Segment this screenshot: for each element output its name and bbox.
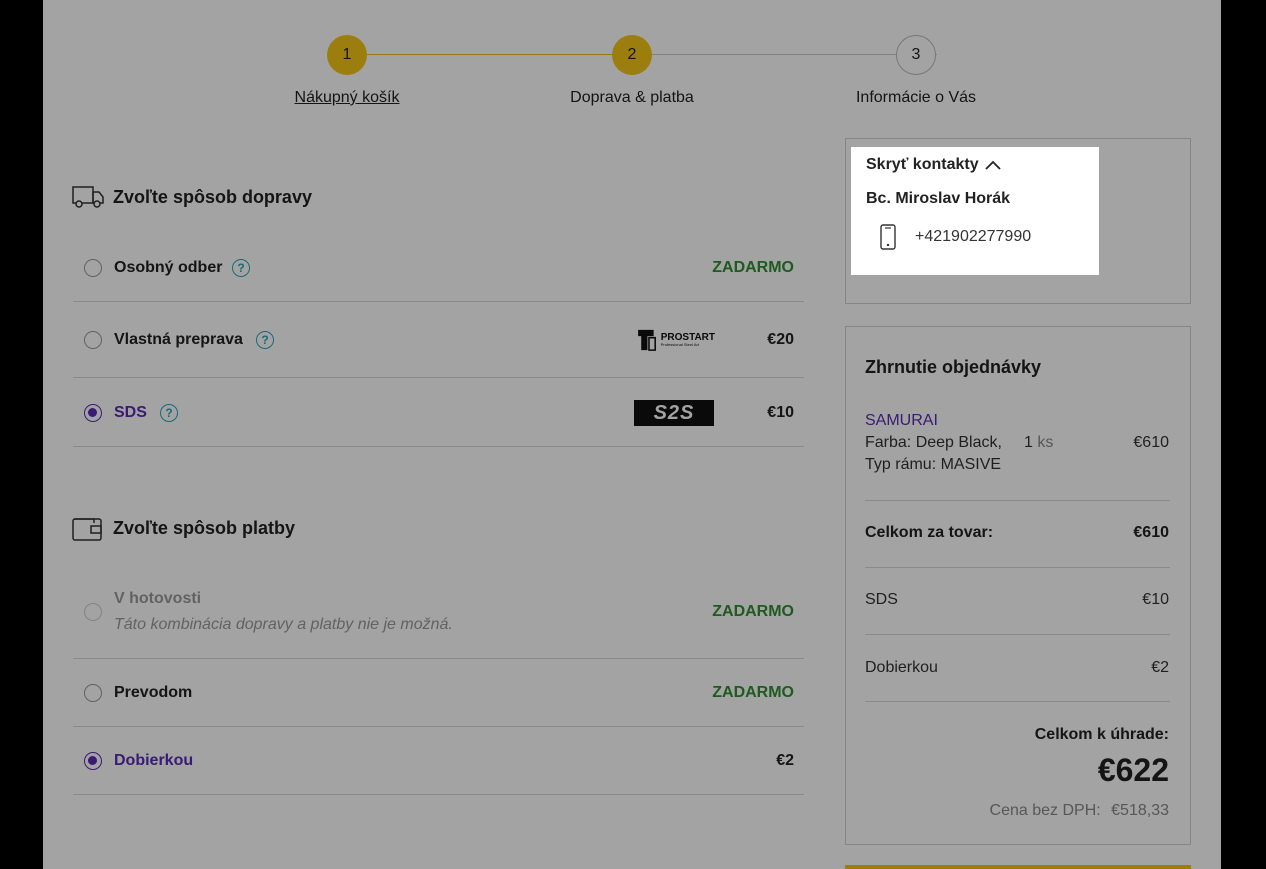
step-3-number: 3	[911, 46, 921, 63]
help-icon[interactable]: ?	[256, 331, 274, 349]
summary-shipping-label: SDS	[865, 591, 898, 608]
step-2-label: Doprava & platba	[570, 89, 694, 106]
payment-price-dobierkou: €2	[776, 752, 794, 769]
phone-icon	[880, 224, 896, 250]
help-icon[interactable]: ?	[160, 404, 178, 422]
net-price-label: Cena bez DPH:	[989, 802, 1101, 819]
step-2-circle: 2	[612, 35, 652, 75]
total-label: Celkom k úhrade:	[1034, 726, 1169, 743]
chevron-up-icon	[984, 160, 1001, 170]
step-1-circle[interactable]: 1	[327, 35, 367, 75]
step-3-label: Informácie o Vás	[855, 89, 977, 106]
shipping-price-osobny-odber: ZADARMO	[712, 259, 794, 276]
summary-shipping-price: €10	[1142, 591, 1169, 608]
payment-label-v-hotovosti: V hotovosti	[114, 590, 202, 607]
divider	[73, 658, 804, 659]
divider	[865, 634, 1170, 635]
total-value: €622	[1097, 752, 1169, 788]
product-price: €610	[1133, 434, 1169, 451]
step-3-circle: 3	[896, 35, 936, 75]
net-price-value: €518,33	[1111, 802, 1169, 819]
goods-total-value: €610	[1133, 524, 1169, 541]
prostart-logo-mark-icon	[638, 329, 656, 351]
contact-phone-link[interactable]: +421902277990	[915, 228, 1031, 246]
divider	[865, 701, 1170, 702]
shipping-label-osobny-odber[interactable]: Osobný odber	[114, 259, 222, 277]
shipping-label-sds[interactable]: SDS	[114, 404, 147, 422]
shipping-price-sds: €10	[767, 404, 794, 421]
divider	[73, 446, 804, 447]
summary-payment-label: Dobierkou	[865, 659, 938, 676]
payment-radio-v-hotovosti	[84, 603, 102, 621]
divider	[73, 301, 804, 302]
payment-note-v-hotovosti: Táto kombinácia dopravy a platby nie je …	[114, 616, 453, 633]
payment-radio-prevodom[interactable]	[84, 684, 102, 702]
goods-total-label: Celkom za tovar:	[865, 524, 994, 541]
shipping-label-vlastna-preprava[interactable]: Vlastná preprava	[114, 331, 243, 349]
truck-icon	[72, 186, 104, 208]
shipping-radio-osobny-odber[interactable]	[84, 259, 102, 277]
summary-title: Zhrnutie objednávky	[865, 357, 1042, 377]
product-attr-frame: Typ rámu: MASIVE	[865, 456, 1002, 473]
divider	[865, 500, 1170, 501]
hide-contacts-label: Skryť kontakty	[866, 156, 979, 173]
product-name-link[interactable]: SAMURAI	[865, 412, 938, 430]
step-2-number: 2	[627, 46, 637, 63]
payment-price-prevodom: ZADARMO	[712, 684, 794, 701]
wallet-icon	[72, 518, 102, 541]
product-qty-value: 1	[1024, 434, 1033, 451]
payment-price-v-hotovosti: ZADARMO	[712, 603, 794, 620]
hide-contacts-toggle[interactable]: Skryť kontakty	[866, 156, 1001, 174]
checkout-page: 1 2 3 Nákupný košík Doprava & platba Inf…	[43, 0, 1221, 869]
contact-name: Bc. Miroslav Horák	[866, 190, 1011, 207]
help-icon[interactable]: ?	[232, 259, 250, 277]
continue-button[interactable]	[845, 865, 1191, 869]
divider	[73, 726, 804, 727]
shipping-price-vlastna-preprava: €20	[767, 331, 794, 348]
divider	[865, 567, 1170, 568]
product-attr-color: Farba: Deep Black,	[865, 434, 1002, 451]
shipping-title: Zvoľte spôsob dopravy	[113, 187, 312, 207]
step-1-number: 1	[342, 46, 352, 63]
shipping-radio-vlastna-preprava[interactable]	[84, 331, 102, 349]
payment-label-dobierkou[interactable]: Dobierkou	[114, 752, 193, 770]
payment-label-prevodom[interactable]: Prevodom	[114, 684, 192, 702]
divider	[73, 377, 804, 378]
contact-card: Skryť kontakty Bc. Miroslav Horák +42190…	[851, 147, 1099, 275]
net-price: Cena bez DPH: €518,33	[929, 802, 1169, 820]
divider	[73, 794, 804, 795]
summary-payment-price: €2	[1151, 659, 1169, 676]
step-line-1	[367, 54, 652, 55]
payment-radio-dobierkou[interactable]	[84, 752, 102, 770]
payment-title: Zvoľte spôsob platby	[113, 518, 295, 538]
step-line-2	[652, 54, 937, 55]
shipping-radio-sds[interactable]	[84, 404, 102, 422]
step-1-label[interactable]: Nákupný košík	[247, 89, 447, 107]
